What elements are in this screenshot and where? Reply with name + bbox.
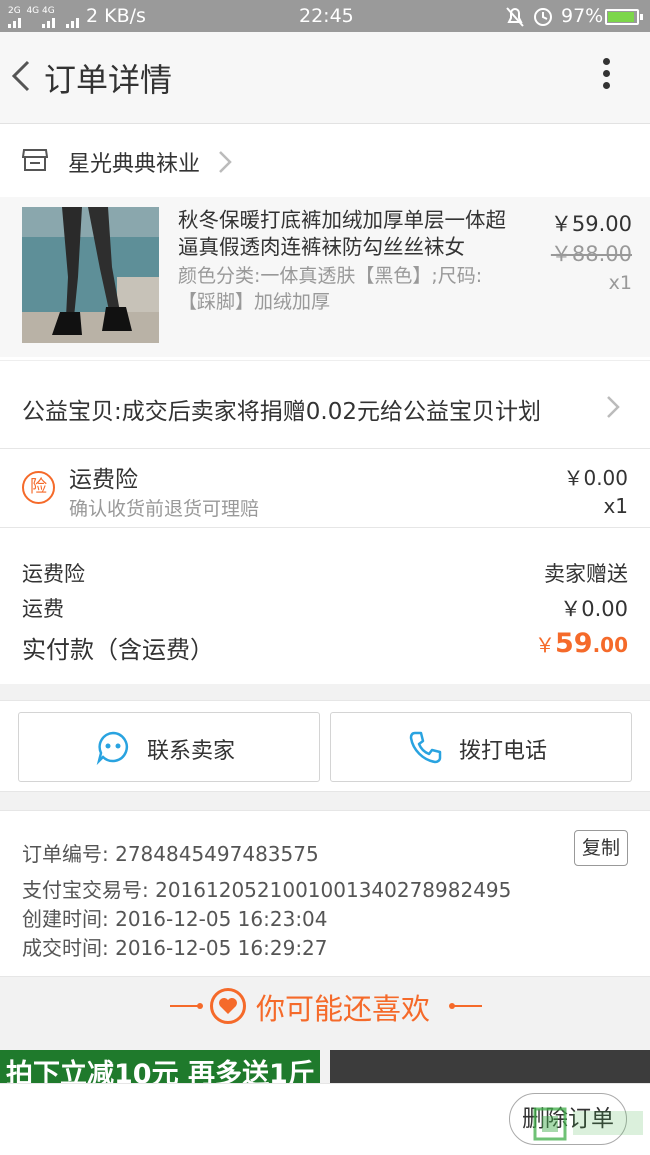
status-bar: 2G 4G 4G 2 KB/s 22:45 97%	[0, 0, 650, 32]
shop-name[interactable]: 星光典典袜业	[68, 146, 200, 178]
summary-label: 运费	[22, 597, 64, 621]
more-menu-icon[interactable]	[598, 58, 614, 94]
mute-alarm-icons	[506, 7, 552, 27]
product-price: ￥59.00	[550, 212, 632, 236]
product-sku: 颜色分类:一体真透肤【黑色】;尺码:【踩脚】加绒加厚	[178, 265, 483, 313]
tile-promo-text: 拍下立减10元 再多送1斤	[6, 1059, 315, 1085]
summary-label: 运费险	[22, 562, 85, 586]
contact-seller-button[interactable]: 联系卖家	[18, 712, 320, 782]
total-integer: 59	[554, 628, 593, 659]
summary-value: 卖家赠送	[544, 562, 628, 586]
battery-percent: 97%	[561, 5, 604, 27]
recommended-product-tile[interactable]: 拍下立减10元 再多送1斤	[0, 1050, 320, 1085]
total-currency: ￥	[534, 633, 555, 657]
store-icon	[22, 149, 48, 171]
divider	[170, 1005, 200, 1007]
contact-seller-label: 联系卖家	[147, 739, 236, 764]
call-phone-button[interactable]: 拨打电话	[330, 712, 632, 782]
insurance-title: 运费险	[69, 467, 138, 493]
summary-value: ￥0.00	[560, 597, 628, 621]
charity-text[interactable]: 公益宝贝:成交后卖家将捐赠0.02元给公益宝贝计划	[22, 392, 541, 426]
product-quantity: x1	[608, 272, 632, 294]
product-title[interactable]: 秋冬保暖打底裤加绒加厚单层一体超逼真假透肉连裤袜防勾丝丝袜女	[178, 207, 508, 260]
created-time: 创建时间: 2016-12-05 16:23:04	[22, 907, 328, 931]
total-label: 实付款（含运费）	[22, 636, 214, 664]
network-speed: 2 KB/s	[86, 5, 146, 27]
divider	[452, 1005, 482, 1007]
chevron-right-icon[interactable]	[606, 395, 620, 419]
insurance-price: ￥0.00	[563, 466, 628, 490]
copy-button[interactable]: 复制	[574, 830, 628, 866]
total-amount: ￥59.00	[535, 628, 628, 659]
completed-time: 成交时间: 2016-12-05 16:29:27	[22, 936, 328, 960]
signal-bars-icon	[8, 18, 79, 28]
product-thumbnail[interactable]	[22, 207, 159, 343]
call-phone-label: 拨打电话	[459, 739, 548, 764]
recommended-product-tile[interactable]	[330, 1050, 650, 1085]
product-original-price: ￥88.00	[550, 242, 632, 266]
insurance-quantity: x1	[603, 494, 628, 518]
insurance-icon: 险	[22, 471, 55, 504]
alipay-trade-number: 支付宝交易号: 2016120521001001340278982495	[22, 878, 512, 902]
order-number: 订单编号: 2784845497483575	[22, 842, 319, 866]
clock: 22:45	[299, 5, 354, 27]
phone-icon	[409, 731, 442, 764]
divider	[197, 1003, 203, 1009]
signal-indicator: 2G 4G 4G	[8, 6, 55, 16]
watermark-logo-icon	[533, 1107, 643, 1141]
chat-bubble-icon	[96, 731, 129, 765]
insurance-subtitle: 确认收货前退货可理赔	[69, 498, 260, 520]
total-decimal: .00	[592, 633, 628, 657]
back-arrow-icon[interactable]	[8, 60, 32, 92]
page-title: 订单详情	[44, 61, 173, 99]
heart-icon	[210, 988, 246, 1024]
recommend-title: 你可能还喜欢	[256, 992, 431, 1026]
chevron-right-icon[interactable]	[218, 150, 232, 174]
battery-icon	[605, 9, 643, 25]
